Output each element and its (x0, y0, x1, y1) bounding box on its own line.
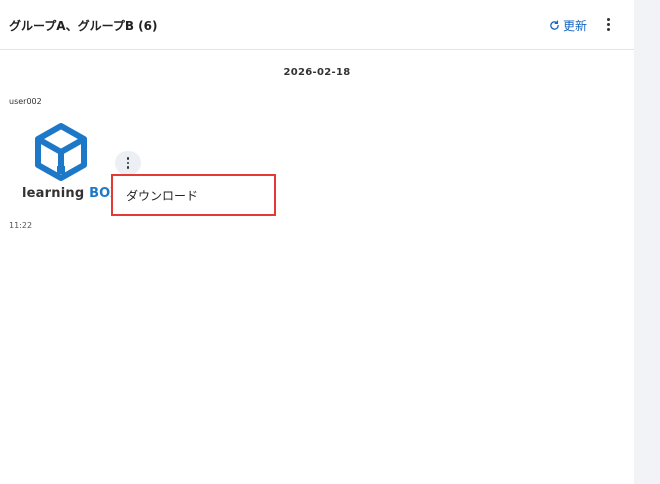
logo-wordmark: learning BOX (22, 186, 120, 201)
side-panel (634, 0, 660, 484)
more-vertical-icon (606, 17, 610, 31)
more-vertical-icon (126, 157, 130, 169)
refresh-icon (550, 19, 559, 30)
message-context-menu: ダウンロード (111, 174, 276, 216)
refresh-button[interactable]: 更新 (549, 16, 587, 34)
menu-item-download[interactable]: ダウンロード (126, 187, 198, 204)
refresh-label: 更新 (563, 18, 588, 33)
chat-title: グループA、グループB (6) (9, 19, 158, 33)
date-separator: 2026-02-18 (283, 67, 351, 78)
header-more-button[interactable] (600, 14, 616, 34)
page: グループA、グループB (6) 更新 2026-02-18 user002 le… (0, 0, 660, 484)
chat-header: グループA、グループB (6) 更新 (0, 0, 634, 50)
message-sender: user002 (9, 97, 42, 106)
message-more-button[interactable] (115, 151, 141, 175)
learningbox-logo-icon (35, 123, 87, 181)
chat-main-panel: グループA、グループB (6) 更新 2026-02-18 user002 le… (0, 0, 634, 484)
message-time: 11:22 (9, 221, 33, 230)
logo-word-main: learning (22, 186, 85, 201)
